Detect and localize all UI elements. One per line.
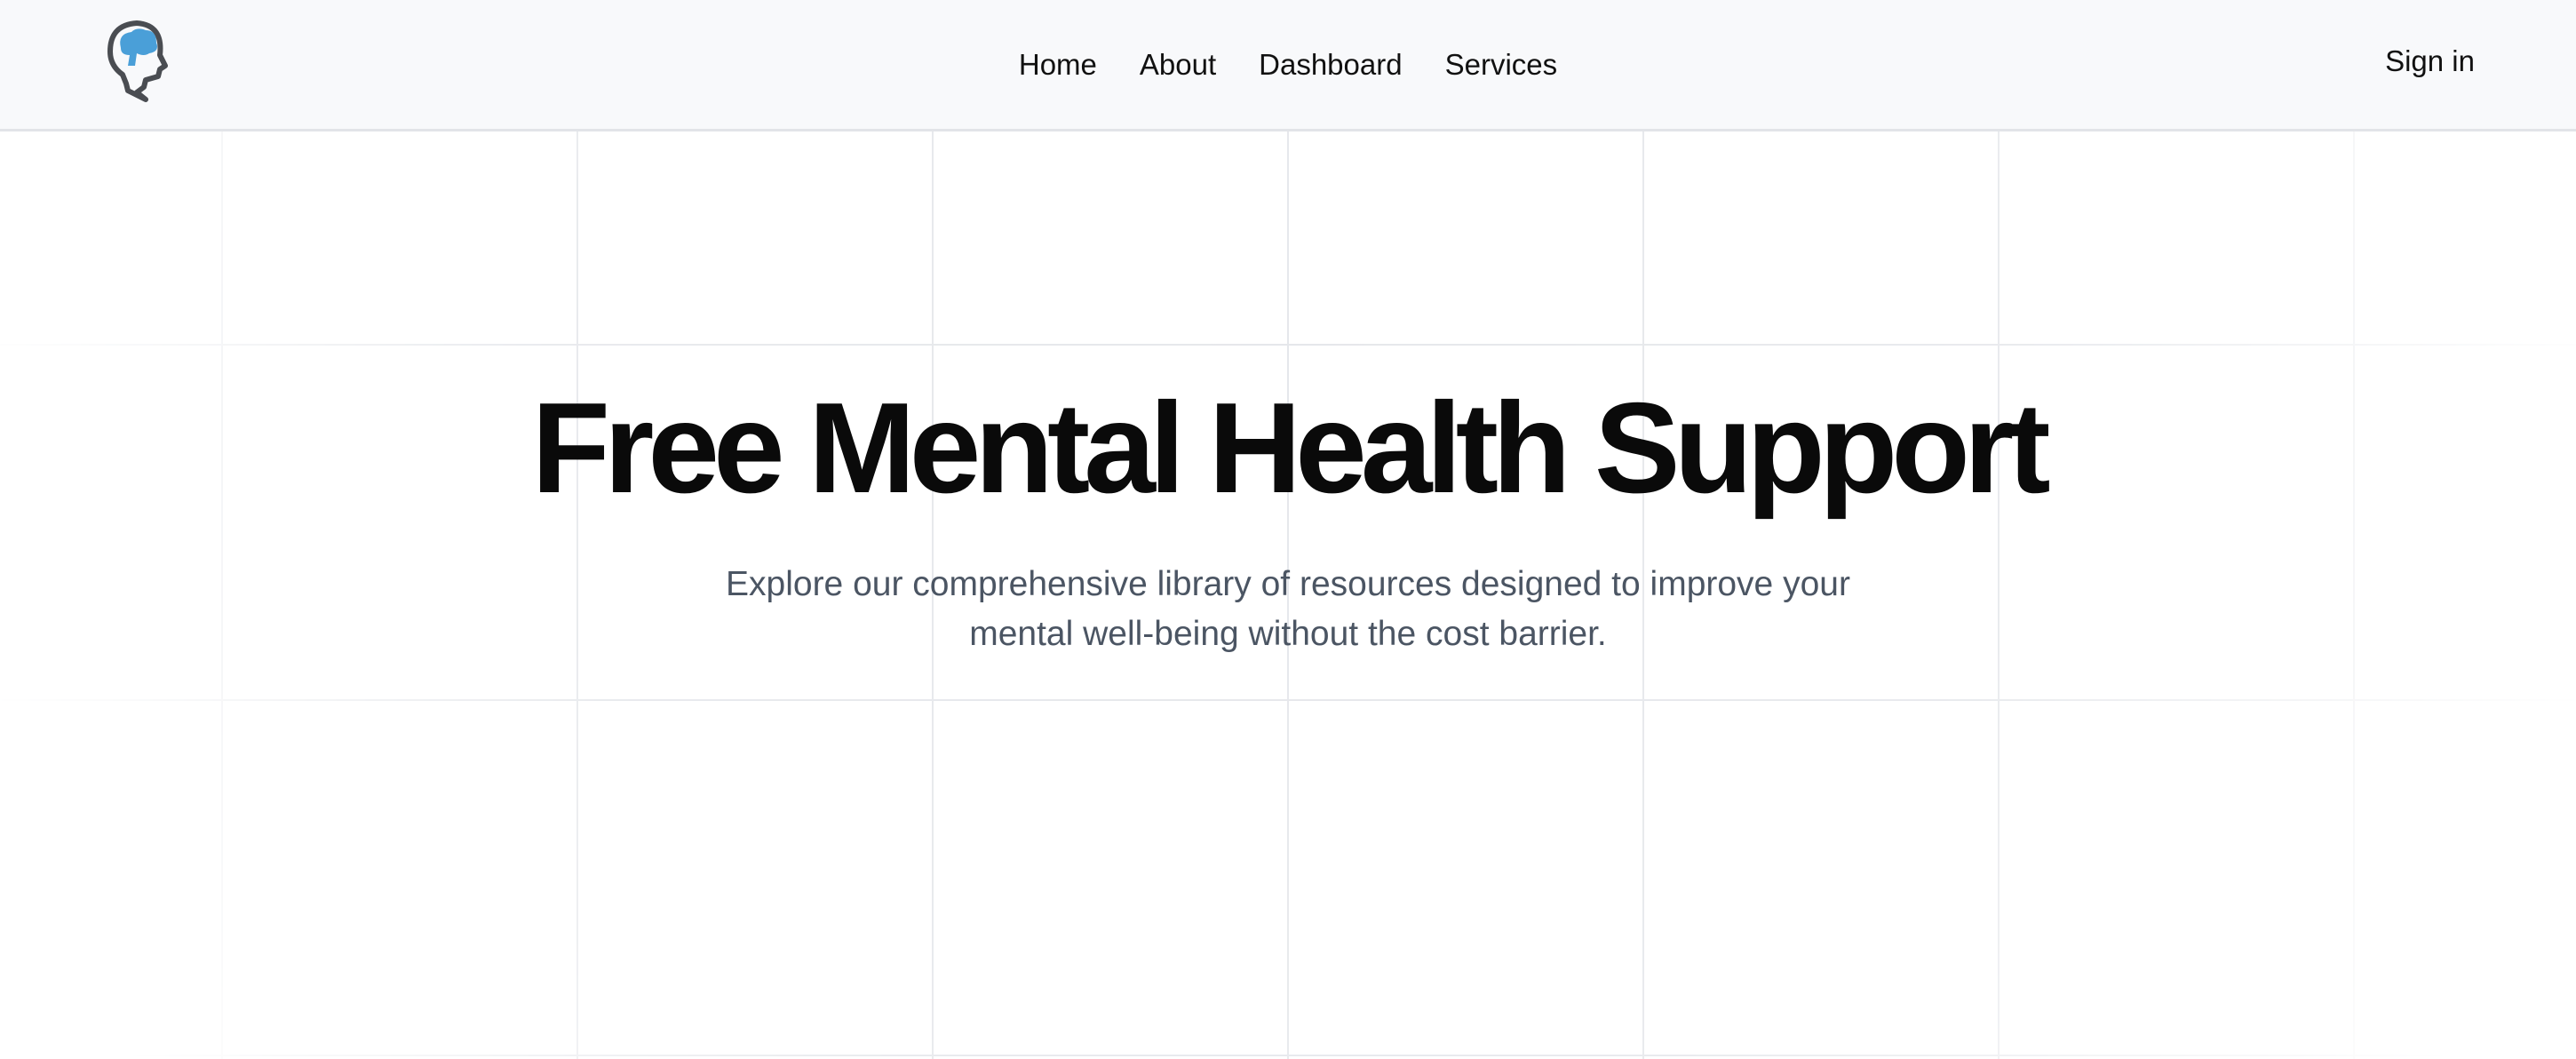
nav-dashboard-link[interactable]: Dashboard — [1259, 50, 1402, 79]
sign-in-link[interactable]: Sign in — [2385, 44, 2475, 78]
nav-services-link[interactable]: Services — [1445, 50, 1558, 79]
nav-home-link[interactable]: Home — [1019, 50, 1097, 79]
top-navbar: Home About Dashboard Services Sign in — [0, 0, 2576, 131]
hero-section: Free Mental Health Support Explore our c… — [0, 131, 2576, 1059]
hero-title: Free Mental Health Support — [531, 376, 2050, 520]
main-nav: Home About Dashboard Services — [0, 0, 2576, 129]
hero-subtitle: Explore our comprehensive library of res… — [726, 565, 1850, 653]
nav-about-link[interactable]: About — [1140, 50, 1216, 79]
